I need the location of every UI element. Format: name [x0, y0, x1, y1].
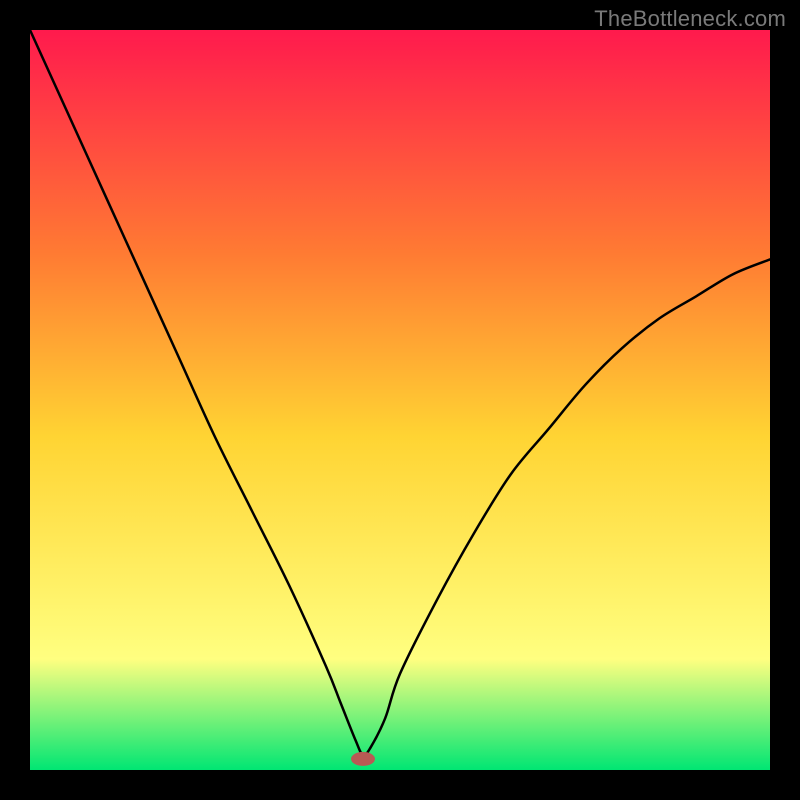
plot-area [30, 30, 770, 770]
chart-svg [30, 30, 770, 770]
gradient-background [30, 30, 770, 770]
optimal-marker [351, 752, 375, 766]
watermark-text: TheBottleneck.com [594, 6, 786, 32]
chart-frame: TheBottleneck.com [0, 0, 800, 800]
